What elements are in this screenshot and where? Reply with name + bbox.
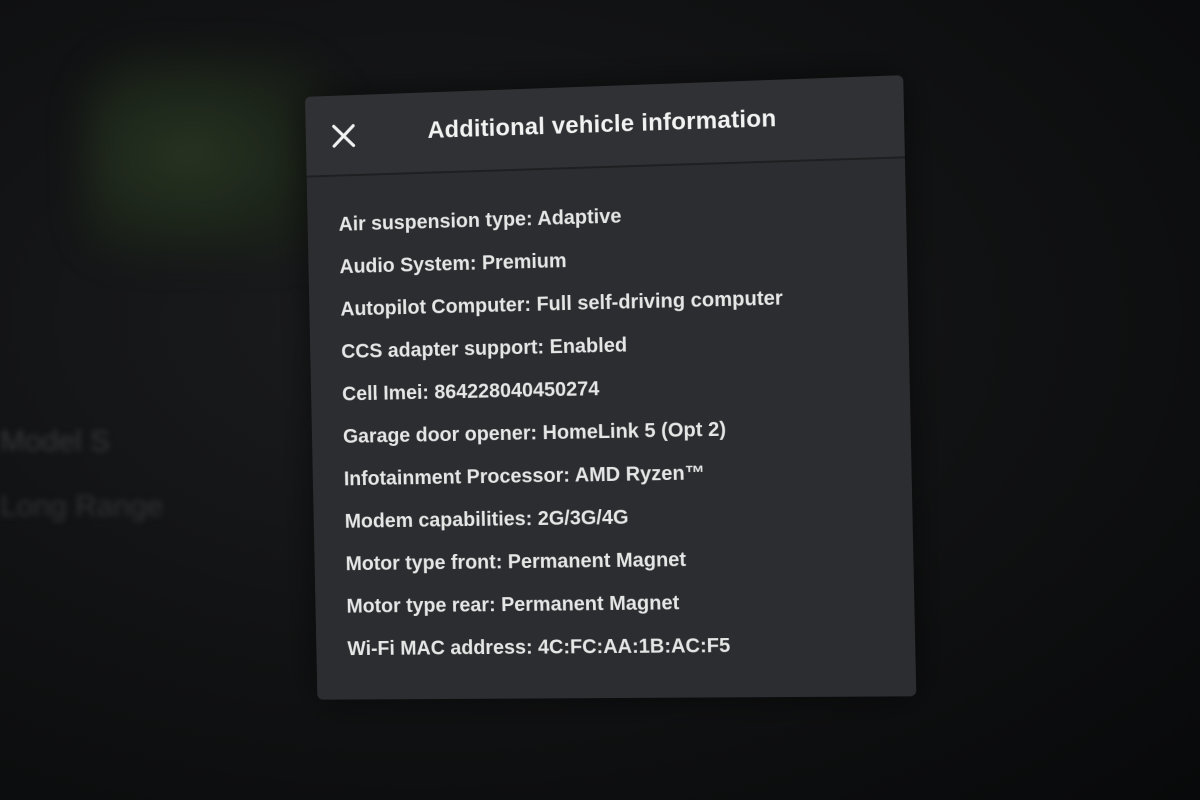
info-separator: : bbox=[525, 636, 539, 659]
info-separator: : bbox=[422, 381, 435, 404]
info-row: Modem capabilities: 2G/3G/4G bbox=[344, 494, 787, 543]
info-label: Autopilot Computer bbox=[340, 294, 525, 321]
info-separator: : bbox=[530, 422, 543, 445]
info-value: HomeLink 5 (Opt 2) bbox=[542, 418, 727, 445]
info-separator: : bbox=[563, 464, 575, 487]
vehicle-info-list: Air suspension type: Adaptive Audio Syste… bbox=[338, 191, 790, 671]
info-label: Wi-Fi MAC address bbox=[347, 636, 527, 661]
info-separator: : bbox=[525, 508, 539, 531]
info-label: Audio System bbox=[339, 252, 471, 279]
info-label: Infotainment Processor bbox=[343, 464, 564, 491]
info-separator: : bbox=[469, 252, 483, 275]
info-value: Adaptive bbox=[537, 205, 622, 230]
info-row: Motor type rear: Permanent Magnet bbox=[346, 581, 790, 629]
info-label: CCS adapter support bbox=[341, 336, 538, 364]
info-row: Wi-Fi MAC address: 4C:FC:AA:1B:AC:F5 bbox=[347, 624, 791, 671]
info-value: 864228040450274 bbox=[434, 378, 600, 404]
background-model-name: Model S bbox=[0, 425, 111, 458]
info-value: Enabled bbox=[549, 334, 628, 359]
modal-header: Additional vehicle information bbox=[304, 75, 905, 178]
info-separator: : bbox=[524, 293, 537, 317]
info-label: Cell Imei bbox=[341, 381, 423, 406]
info-value: Permanent Magnet bbox=[500, 592, 680, 617]
info-value: Permanent Magnet bbox=[507, 548, 687, 574]
info-row: Garage door opener: HomeLink 5 (Opt 2) bbox=[343, 407, 786, 458]
info-label: Air suspension type bbox=[338, 208, 527, 236]
info-value: 2G/3G/4G bbox=[537, 506, 629, 530]
info-separator: : bbox=[495, 551, 509, 574]
info-value: 4C:FC:AA:1B:AC:F5 bbox=[537, 634, 731, 659]
info-label: Garage door opener bbox=[342, 422, 531, 448]
vehicle-info-modal: Additional vehicle information Air suspe… bbox=[304, 75, 917, 700]
info-value: Full self-driving computer bbox=[536, 287, 783, 316]
info-separator: : bbox=[525, 208, 538, 231]
info-value: Premium bbox=[481, 250, 567, 275]
info-label: Modem capabilities bbox=[344, 508, 526, 533]
vehicle-screen: Model S Long Range Additional vehicle in… bbox=[0, 0, 1200, 800]
info-row: Motor type front: Permanent Magnet bbox=[345, 538, 788, 586]
info-separator: : bbox=[488, 594, 502, 617]
info-row: Infotainment Processor: AMD Ryzen™ bbox=[343, 451, 786, 501]
info-label: Motor type front bbox=[345, 551, 496, 576]
info-value: AMD Ryzen™ bbox=[574, 462, 706, 487]
background-trim-name: Long Range bbox=[0, 490, 164, 523]
info-label: Motor type rear bbox=[346, 594, 490, 618]
modal-title: Additional vehicle information bbox=[427, 104, 777, 144]
info-separator: : bbox=[537, 336, 550, 359]
